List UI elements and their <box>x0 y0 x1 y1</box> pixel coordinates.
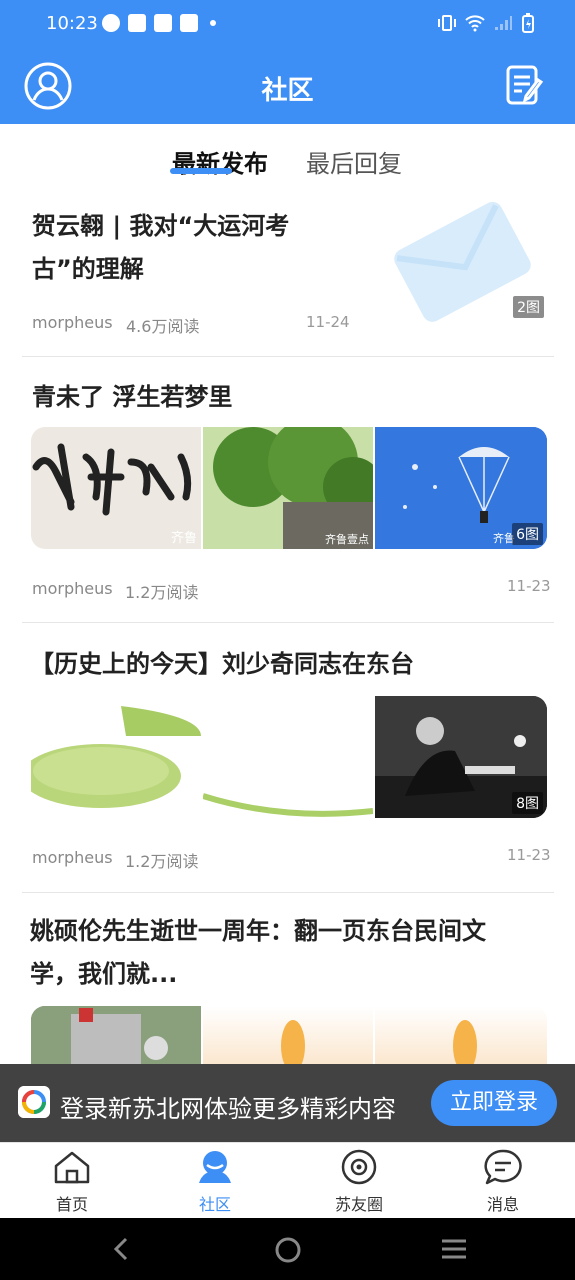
post-title: 贺云翱 | 我对“大运河考 古”的理解 <box>32 212 290 283</box>
post-date: 11-23 <box>507 846 551 864</box>
post-reads: 1.2万阅读 <box>125 583 199 602</box>
post-thumbnail[interactable] <box>31 696 201 818</box>
leaf-graphic-image <box>31 706 201 808</box>
post-date: 11-24 <box>306 313 350 331</box>
community-icon <box>199 1151 231 1183</box>
watermark: 齐鲁 <box>170 531 197 546</box>
signal-icon <box>495 16 512 30</box>
nav-community[interactable]: 社区 <box>165 1149 265 1215</box>
circle-icon <box>341 1149 377 1185</box>
post-thumbnail[interactable]: 齐鲁壹点 <box>203 427 373 549</box>
post-author: morpheus <box>32 579 113 598</box>
post-thumbnail[interactable]: 8图 <box>375 696 547 818</box>
menu-icon[interactable] <box>440 1238 468 1260</box>
candle-image <box>281 1020 305 1064</box>
nav-messages[interactable]: 消息 <box>453 1149 553 1215</box>
nav-label: 消息 <box>486 1195 519 1214</box>
candle-image <box>453 1020 477 1064</box>
post-author: morpheus <box>32 848 113 867</box>
message-icon <box>484 1149 522 1185</box>
nav-label: 苏友圈 <box>334 1195 383 1214</box>
login-prompt-banner: 登录新苏北网体验更多精彩内容 立即登录 <box>0 1064 575 1142</box>
feed-tabs: 最新发布 最后回复 <box>0 124 575 194</box>
app-notification-icon <box>102 14 120 32</box>
image-count-badge: 8图 <box>512 792 543 814</box>
mail-notification-icon <box>154 14 172 32</box>
nav-label: 首页 <box>55 1195 88 1214</box>
battery-icon <box>522 13 534 33</box>
wifi-icon <box>465 15 485 32</box>
status-time: 10:23 <box>46 13 98 34</box>
post-thumbnail[interactable] <box>203 1006 373 1064</box>
leaf-stem-image <box>203 793 373 817</box>
post-thumbnail[interactable] <box>31 1006 201 1064</box>
divider <box>22 892 554 893</box>
post-title: 青未了 浮生若梦里 <box>32 383 233 411</box>
post-author: morpheus <box>32 313 113 332</box>
nav-label: 社区 <box>198 1195 231 1214</box>
memorial-photo-image <box>31 1006 201 1064</box>
post-thumbnail[interactable] <box>375 1006 547 1064</box>
system-status-icons <box>437 13 535 33</box>
bottom-navigation: 首页 社区 苏友圈 消息 <box>0 1142 575 1218</box>
post-date: 11-23 <box>507 577 551 595</box>
login-button[interactable]: 立即登录 <box>431 1080 557 1126</box>
image-count-badge: 2图 <box>513 296 544 318</box>
post-reads: 4.6万阅读 <box>126 317 200 336</box>
status-bar: 10:23 <box>0 0 575 48</box>
post-thumbnail[interactable]: 齐鲁 <box>31 427 201 549</box>
watermark: 齐鲁壹点 <box>325 533 369 546</box>
post-item[interactable]: 【历史上的今天】刘少奇同志在东台 <box>22 643 554 686</box>
nav-home[interactable]: 首页 <box>22 1149 122 1215</box>
post-item[interactable]: 青未了 浮生若梦里 <box>22 376 554 419</box>
post-title: 姚硕伦先生逝世一周年：翻一页东台民间文 学，我们就... <box>30 917 486 988</box>
active-tab-indicator <box>170 168 232 174</box>
tab-last-reply[interactable]: 最后回复 <box>306 144 402 179</box>
nav-circle[interactable]: 苏友圈 <box>309 1149 409 1215</box>
app-header: 社区 <box>0 48 575 124</box>
image-count-badge: 6图 <box>512 523 543 545</box>
post-item[interactable]: 姚硕伦先生逝世一周年：翻一页东台民间文 学，我们就... <box>22 910 554 996</box>
more-notifications-icon <box>210 20 216 26</box>
app-logo-icon <box>18 1086 50 1118</box>
divider <box>22 356 554 357</box>
back-icon[interactable] <box>110 1236 134 1262</box>
compose-icon[interactable] <box>505 64 545 108</box>
mail-notification-icon <box>180 14 198 32</box>
notification-icons <box>102 14 216 32</box>
page-title: 社区 <box>261 76 314 106</box>
home-icon <box>54 1151 90 1184</box>
login-prompt-text: 登录新苏北网体验更多精彩内容 <box>60 1095 396 1123</box>
post-thumbnail[interactable]: 齐鲁 6图 <box>375 427 547 549</box>
mail-notification-icon <box>128 14 146 32</box>
home-circle-icon[interactable] <box>274 1236 302 1264</box>
vibrate-icon <box>438 15 456 31</box>
system-navigation-bar <box>0 1218 575 1280</box>
post-reads: 1.2万阅读 <box>125 852 199 871</box>
post-thumbnail[interactable] <box>203 696 373 818</box>
divider <box>22 622 554 623</box>
post-title: 【历史上的今天】刘少奇同志在东台 <box>30 650 414 678</box>
post-thumbnail[interactable]: 2图 <box>376 200 548 322</box>
